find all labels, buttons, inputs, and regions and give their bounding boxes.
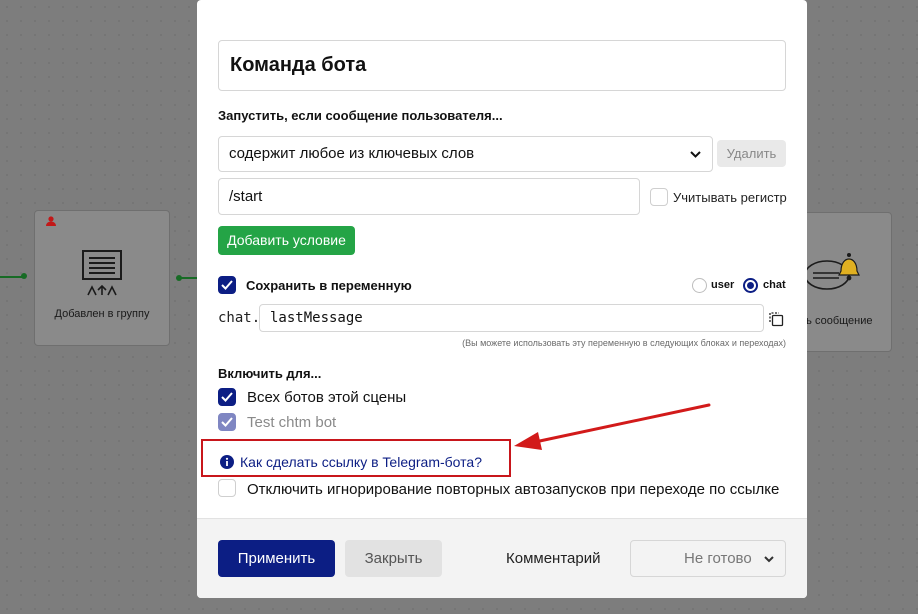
annotation-arrow bbox=[514, 403, 711, 450]
